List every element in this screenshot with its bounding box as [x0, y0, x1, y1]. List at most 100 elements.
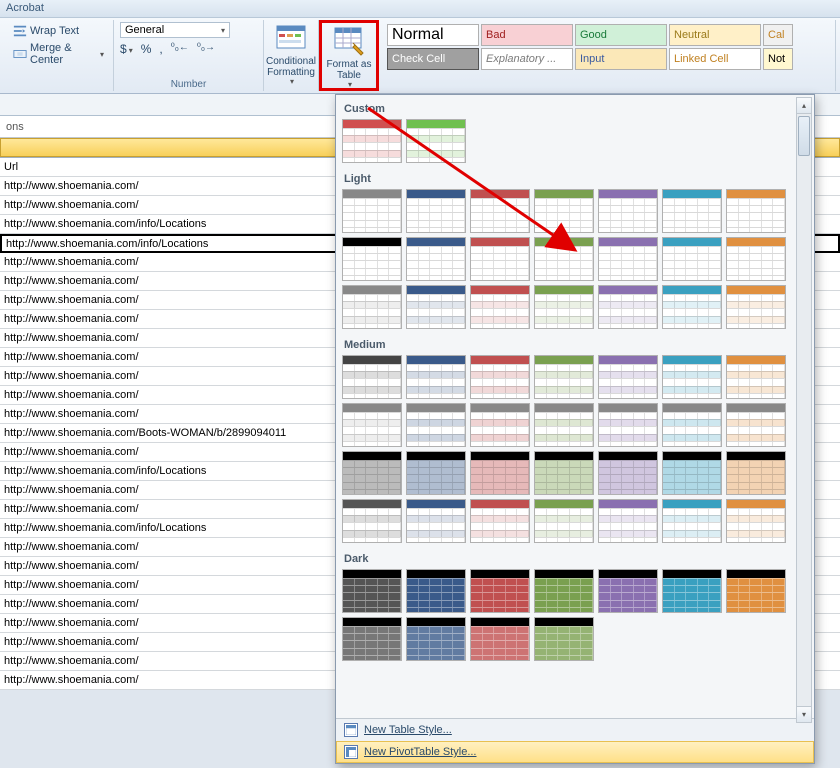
table-style-swatch[interactable]: [406, 237, 466, 281]
table-style-swatch[interactable]: [534, 403, 594, 447]
table-style-swatch[interactable]: [598, 499, 658, 543]
increase-decimal-button[interactable]: ⁰₀←: [171, 42, 189, 56]
table-style-swatch[interactable]: [726, 403, 786, 447]
pivot-table-icon: [344, 745, 358, 759]
decrease-decimal-button[interactable]: ⁰₀→: [197, 42, 215, 56]
cell-styles-gallery[interactable]: Normal Bad Good Neutral Cal Check Cell E…: [385, 22, 829, 72]
table-style-swatch[interactable]: [726, 451, 786, 495]
table-style-swatch[interactable]: [470, 499, 530, 543]
table-style-swatch[interactable]: [726, 285, 786, 329]
table-style-swatch[interactable]: [470, 451, 530, 495]
format-as-table-icon: [333, 25, 365, 57]
table-style-swatch[interactable]: [534, 285, 594, 329]
table-style-swatch[interactable]: [342, 569, 402, 613]
table-style-swatch[interactable]: [534, 189, 594, 233]
scroll-down-button[interactable]: ▾: [797, 706, 811, 722]
conditional-formatting-button[interactable]: Conditional Formatting▾: [264, 20, 318, 101]
table-style-swatch[interactable]: [598, 451, 658, 495]
conditional-formatting-icon: [275, 22, 307, 54]
style-explanatory[interactable]: Explanatory ...: [481, 48, 573, 70]
table-style-swatch[interactable]: [470, 189, 530, 233]
style-neutral[interactable]: Neutral: [669, 24, 761, 46]
table-style-swatch[interactable]: [342, 189, 402, 233]
table-style-swatch[interactable]: [662, 499, 722, 543]
table-styles-dropdown: CustomLightMediumDark New Table Style...…: [335, 94, 815, 764]
table-style-swatch[interactable]: [406, 119, 466, 163]
scroll-thumb[interactable]: [798, 116, 810, 156]
style-note[interactable]: Not: [763, 48, 793, 70]
style-linked-cell[interactable]: Linked Cell: [669, 48, 761, 70]
style-bad[interactable]: Bad: [481, 24, 573, 46]
table-style-swatch[interactable]: [342, 285, 402, 329]
swatch-grid: [342, 187, 808, 335]
table-style-swatch[interactable]: [598, 189, 658, 233]
table-style-swatch[interactable]: [534, 617, 594, 661]
table-style-swatch[interactable]: [470, 617, 530, 661]
new-pivottable-style-item[interactable]: New PivotTable Style...: [336, 741, 814, 763]
table-style-swatch[interactable]: [470, 403, 530, 447]
table-style-swatch[interactable]: [662, 569, 722, 613]
table-style-swatch[interactable]: [406, 451, 466, 495]
table-styles-scroll[interactable]: CustomLightMediumDark: [336, 95, 814, 718]
table-style-swatch[interactable]: [406, 403, 466, 447]
section-label: Custom: [342, 99, 808, 117]
dropdown-scrollbar[interactable]: ▴ ▾: [796, 97, 812, 723]
table-style-swatch[interactable]: [726, 355, 786, 399]
new-pivottable-style-label: New PivotTable Style...: [364, 746, 477, 758]
table-style-swatch[interactable]: [342, 403, 402, 447]
table-style-swatch[interactable]: [534, 237, 594, 281]
table-style-swatch[interactable]: [598, 569, 658, 613]
format-as-table-button[interactable]: Format as Table▾: [322, 23, 376, 104]
table-style-swatch[interactable]: [406, 189, 466, 233]
table-style-swatch[interactable]: [726, 237, 786, 281]
merge-icon: [13, 47, 27, 61]
table-style-swatch[interactable]: [534, 355, 594, 399]
table-style-swatch[interactable]: [534, 569, 594, 613]
table-style-swatch[interactable]: [534, 499, 594, 543]
table-style-swatch[interactable]: [662, 237, 722, 281]
table-style-swatch[interactable]: [342, 499, 402, 543]
table-style-swatch[interactable]: [470, 285, 530, 329]
style-good[interactable]: Good: [575, 24, 667, 46]
style-normal[interactable]: Normal: [387, 24, 479, 46]
number-format-dropdown[interactable]: General ▾: [120, 22, 230, 38]
new-table-style-item[interactable]: New Table Style...: [336, 719, 814, 741]
table-style-swatch[interactable]: [598, 237, 658, 281]
table-style-swatch[interactable]: [342, 237, 402, 281]
table-style-swatch[interactable]: [726, 499, 786, 543]
table-style-swatch[interactable]: [662, 403, 722, 447]
table-style-swatch[interactable]: [534, 451, 594, 495]
table-style-swatch[interactable]: [470, 569, 530, 613]
table-style-swatch[interactable]: [470, 237, 530, 281]
table-style-swatch[interactable]: [342, 451, 402, 495]
table-style-swatch[interactable]: [342, 119, 402, 163]
table-style-swatch[interactable]: [662, 451, 722, 495]
table-style-swatch[interactable]: [598, 403, 658, 447]
section-label: Medium: [342, 335, 808, 353]
dropdown-arrow-icon: ▾: [221, 26, 225, 35]
table-style-swatch[interactable]: [598, 285, 658, 329]
merge-center-button[interactable]: Merge & Center ▾: [10, 40, 107, 68]
table-style-swatch[interactable]: [726, 189, 786, 233]
table-style-swatch[interactable]: [662, 355, 722, 399]
percent-button[interactable]: %: [141, 42, 152, 56]
style-check-cell[interactable]: Check Cell: [387, 48, 479, 70]
table-style-swatch[interactable]: [726, 569, 786, 613]
table-style-swatch[interactable]: [342, 355, 402, 399]
table-style-swatch[interactable]: [406, 569, 466, 613]
table-style-swatch[interactable]: [470, 355, 530, 399]
table-style-swatch[interactable]: [342, 617, 402, 661]
table-style-swatch[interactable]: [406, 499, 466, 543]
table-style-swatch[interactable]: [662, 285, 722, 329]
table-style-swatch[interactable]: [406, 617, 466, 661]
table-style-swatch[interactable]: [662, 189, 722, 233]
table-style-swatch[interactable]: [598, 355, 658, 399]
currency-button[interactable]: $▾: [120, 42, 133, 56]
comma-button[interactable]: ,: [159, 42, 162, 56]
style-calculation[interactable]: Cal: [763, 24, 793, 46]
table-style-swatch[interactable]: [406, 285, 466, 329]
style-input[interactable]: Input: [575, 48, 667, 70]
wrap-text-button[interactable]: Wrap Text: [10, 22, 107, 40]
table-style-swatch[interactable]: [406, 355, 466, 399]
scroll-up-button[interactable]: ▴: [797, 98, 811, 114]
